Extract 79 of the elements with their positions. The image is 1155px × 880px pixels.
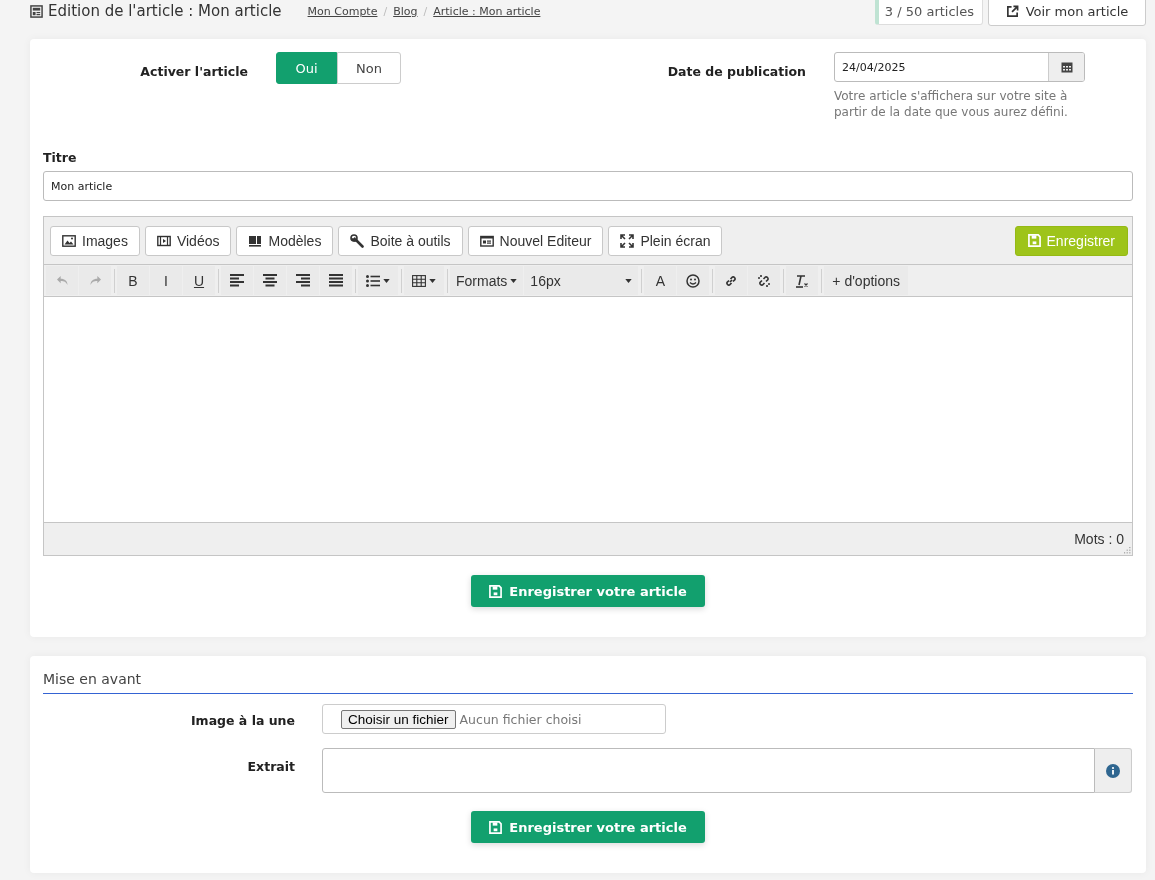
- align-center-button[interactable]: [254, 266, 286, 295]
- save-icon: [489, 820, 503, 834]
- underline-button[interactable]: U: [183, 266, 215, 295]
- editor-tool-button[interactable]: Plein écran: [608, 225, 723, 256]
- align-left-icon: [230, 274, 244, 287]
- calendar-button[interactable]: [1048, 53, 1084, 81]
- breadcrumb-separator: /: [423, 4, 428, 18]
- layout-icon: [248, 234, 263, 247]
- resize-grip-icon: [1124, 547, 1131, 554]
- external-link-icon: [1005, 4, 1019, 18]
- breadcrumb-link[interactable]: Blog: [393, 4, 418, 18]
- toggle-option[interactable]: Non: [337, 52, 401, 84]
- undo-icon: [55, 275, 69, 286]
- justify-button[interactable]: [320, 266, 352, 295]
- more-options-button[interactable]: + d'options: [824, 266, 908, 295]
- link-button[interactable]: [715, 266, 748, 295]
- image-icon: [62, 234, 76, 247]
- field-label: Date de publication: [666, 63, 806, 81]
- italic-button[interactable]: I: [150, 266, 182, 295]
- table-button[interactable]: [404, 266, 444, 295]
- date-field[interactable]: 24/04/2025: [834, 52, 1085, 82]
- field-label: Image à la une: [189, 712, 295, 730]
- caret-icon: [510, 278, 518, 283]
- view-article-button[interactable]: Voir mon article: [988, 0, 1146, 26]
- broken-link-icon: [757, 273, 772, 288]
- info-icon: [1106, 763, 1120, 778]
- bold-button[interactable]: B: [117, 266, 149, 295]
- article-count-badge: 3 / 50 articles: [874, 0, 983, 25]
- choose-file-button[interactable]: Choisir un fichier: [341, 709, 456, 729]
- film-icon: [156, 234, 171, 247]
- editor-tool-button[interactable]: Modèles: [236, 225, 334, 256]
- clear-format-button[interactable]: [786, 266, 819, 295]
- table-icon: [412, 274, 426, 287]
- font-size-dropdown[interactable]: 16px: [524, 266, 639, 295]
- align-right-button[interactable]: [287, 266, 319, 295]
- font-size-value: 16px: [530, 272, 561, 289]
- align-right-icon: [296, 274, 310, 287]
- save-icon: [489, 584, 503, 598]
- file-status-text: Aucun fichier choisi: [459, 711, 582, 727]
- align-left-button[interactable]: [221, 266, 253, 295]
- section-title: Mise en avant: [43, 669, 1133, 694]
- save-icon: [1027, 234, 1041, 247]
- caret-icon: [625, 278, 633, 283]
- info-button[interactable]: [1095, 748, 1132, 793]
- help-text: Votre article s'affichera sur votre site à partir de la date que vous aurez défini.: [834, 88, 1069, 120]
- text-color-button[interactable]: A: [644, 266, 677, 295]
- clear-format-icon: [795, 273, 810, 288]
- window-icon: [479, 234, 494, 247]
- formats-dropdown[interactable]: Formats: [450, 266, 524, 295]
- smiley-icon: [686, 273, 701, 288]
- breadcrumb-link[interactable]: Article : Mon article: [433, 4, 541, 18]
- editor-tool-button[interactable]: Vidéos: [144, 225, 232, 256]
- editor-tool-button[interactable]: Boite à outils: [338, 225, 463, 256]
- excerpt-field[interactable]: [322, 748, 1095, 793]
- caret-icon: [429, 278, 436, 283]
- field-label: Titre: [43, 150, 78, 165]
- link-icon: [724, 273, 739, 288]
- justify-icon: [329, 274, 343, 287]
- bullet-list-icon: [366, 274, 380, 287]
- word-count: Mots : 0: [1074, 531, 1124, 547]
- field-label: Extrait: [246, 758, 295, 776]
- editor-tool-button[interactable]: Nouvel Editeur: [467, 225, 604, 256]
- title-field[interactable]: Mon article: [43, 171, 1133, 201]
- wrench-icon: [350, 233, 365, 248]
- breadcrumb-link[interactable]: Mon Compte: [307, 4, 378, 18]
- page-title: Edition de l'article : Mon article: [48, 2, 282, 20]
- align-center-icon: [263, 274, 277, 287]
- calendar-icon: [1060, 61, 1073, 73]
- redo-icon: [88, 275, 102, 286]
- breadcrumb-separator: /: [383, 4, 388, 18]
- unlink-button[interactable]: [748, 266, 781, 295]
- newspaper-icon: [30, 4, 43, 18]
- formats-label: Formats: [456, 272, 508, 289]
- fullscreen-icon: [620, 233, 635, 248]
- editor-tool-button[interactable]: Images: [50, 225, 140, 256]
- list-button[interactable]: [358, 266, 398, 295]
- emoji-button[interactable]: [677, 266, 710, 295]
- caret-icon: [383, 278, 390, 283]
- field-label: Activer l'article: [139, 63, 248, 81]
